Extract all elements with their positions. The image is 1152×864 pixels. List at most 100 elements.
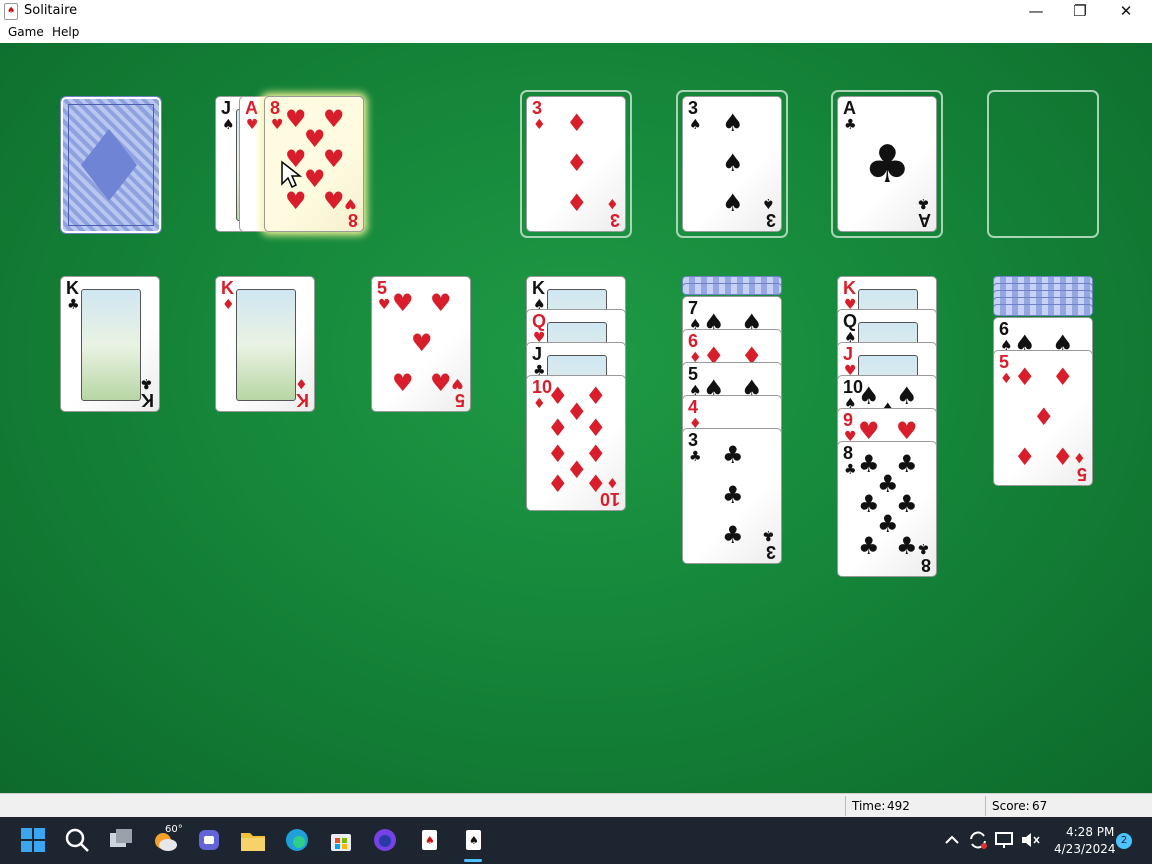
card-suit-bottom: ♣ [917,540,930,556]
suit-pip: ♥ [858,417,880,445]
suit-pip: ♣ [858,532,880,560]
suit-pip: ♣ [896,450,918,478]
card-suit-bottom: ♦ [606,195,619,211]
suit-pip: ♦ [1014,443,1036,471]
card-suit-bottom: ♣ [762,527,775,543]
firefox-icon[interactable] [370,825,400,855]
chevron-up-icon[interactable] [940,825,964,855]
suit-pip: ♥ [411,329,433,357]
card-suit-bottom: ♣ [917,195,930,211]
active-app-indicator [464,859,482,862]
card-suit-bottom: ♥ [344,195,357,211]
card-suit-bottom: ♦ [295,375,308,391]
card-suit: ♦ [222,297,235,313]
suit-pip: ♦ [585,382,607,410]
svg-text:♠: ♠ [425,834,435,847]
card-rank-bottom: 5 [454,390,465,410]
time-label: Time: [852,799,886,813]
title-bar: ♠ Solitaire — ❐ ✕ [0,0,1152,22]
foundation-slot[interactable] [987,90,1099,238]
taskbar: 60° ♠ ♠ 4:28 PM 4/23/2024 2 [0,817,1152,864]
face-card-artwork [81,289,141,401]
card-rank: 7 [688,298,699,318]
clock-time[interactable]: 4:28 PM [1066,825,1114,839]
suit-pip: ♣ [896,490,918,518]
suit-pip: ♥ [323,187,345,215]
minimize-button[interactable]: — [1014,0,1058,22]
card-suit: ♦ [1000,371,1013,387]
menu-game[interactable]: Game [8,25,44,39]
card-rank: J [532,344,543,364]
stock-pile[interactable] [60,96,162,234]
suit-pip: ♥ [392,369,414,397]
tableau-card[interactable]: 3 ♣ 3 ♣ ♣ ♣ ♣ [682,428,782,564]
solitaire-active-taskbar-icon[interactable]: ♠ [458,825,488,855]
card-rank: Q [843,311,858,331]
card-rank: A [245,98,258,118]
card-suit: ♦ [533,117,546,133]
sync-icon[interactable] [966,825,990,855]
card-suit-bottom: ♠ [762,195,775,211]
tableau-card[interactable]: 8 ♣ 8 ♣ ♣ ♣ ♣ ♣ ♣ ♣ ♣ ♣ [837,441,937,577]
solitaire-taskbar-icon[interactable]: ♠ [414,825,444,855]
suit-pip: ♦ [1052,363,1074,391]
foundation-card[interactable]: 3 ♠ 3 ♠ ♠ ♠ ♠ [682,96,782,232]
restore-button[interactable]: ❐ [1058,0,1102,22]
task-view-icon[interactable] [106,825,136,855]
suit-pip: ♠ [722,109,744,137]
card-rank-bottom: 3 [765,542,776,562]
card-rank: 8 [843,443,854,463]
card-rank-bottom: 3 [765,210,776,230]
suit-pip: ♦ [566,149,588,177]
menu-help[interactable]: Help [52,25,79,39]
tableau-card[interactable]: K ♣ K ♣ [60,276,160,412]
card-suit: ♥ [271,117,284,133]
suit-pip: ♥ [392,289,414,317]
notification-badge[interactable]: 2 [1116,833,1132,849]
network-icon[interactable] [992,825,1016,855]
card-suit: ♣ [844,117,857,133]
face-down-card [682,283,782,295]
time-value: 492 [887,799,910,813]
card-suit: ♣ [689,449,702,465]
volume-muted-icon[interactable] [1018,825,1042,855]
weather-temp: 60° [165,824,183,835]
foundation-card[interactable]: A ♣ A ♣ ♣ [837,96,937,232]
suit-pip: ♦ [547,470,569,498]
suit-pip: ♥ [430,369,452,397]
card-rank: J [843,344,854,364]
score-value: 67 [1032,799,1048,813]
card-rank: A [843,98,856,118]
card-suit: ♠ [222,117,235,133]
suit-pip: ♦ [1033,403,1055,431]
suit-pip: ♦ [1014,363,1036,391]
edge-browser-icon[interactable] [282,825,312,855]
card-suit: ♥ [378,297,391,313]
card-rank: 8 [270,98,281,118]
suit-pip: ♦ [585,414,607,442]
store-icon[interactable] [326,825,356,855]
file-explorer-icon[interactable] [238,825,268,855]
tableau-card[interactable]: 5 ♦ 5 ♦ ♦ ♦ ♦ ♦ ♦ [993,350,1093,486]
tableau-card[interactable]: 5 ♥ 5 ♥ ♥ ♥ ♥ ♥ ♥ [371,276,471,412]
search-icon[interactable] [62,825,92,855]
close-button[interactable]: ✕ [1104,0,1148,22]
waste-card[interactable]: 8 ♥ 8 ♥ ♥ ♥ ♥ ♥ ♥ ♥ ♥ ♥ [264,96,364,232]
suit-pip: ♣ [722,481,744,509]
card-rank: 3 [688,98,699,118]
tableau-card[interactable]: 10 ♦ 10 ♦ ♦ ♦ ♦ ♦ ♦ ♦ ♦ ♦ ♦ ♦ [526,375,626,511]
card-rank-bottom: 8 [347,210,358,230]
face-down-card [993,304,1093,316]
suit-pip: ♦ [585,470,607,498]
suit-pip: ♥ [896,417,918,445]
clock-date[interactable]: 4/23/2024 [1054,842,1116,856]
score-label: Score: [992,799,1030,813]
card-rank: K [66,278,79,298]
card-rank: Q [532,311,547,331]
suit-pip: ♥ [430,289,452,317]
foundation-card[interactable]: 3 ♦ 3 ♦ ♦ ♦ ♦ [526,96,626,232]
windows-start-icon[interactable] [18,825,48,855]
suit-pip: ♥ [323,105,345,133]
teams-chat-icon[interactable] [194,825,224,855]
tableau-card[interactable]: K ♦ K ♦ [215,276,315,412]
